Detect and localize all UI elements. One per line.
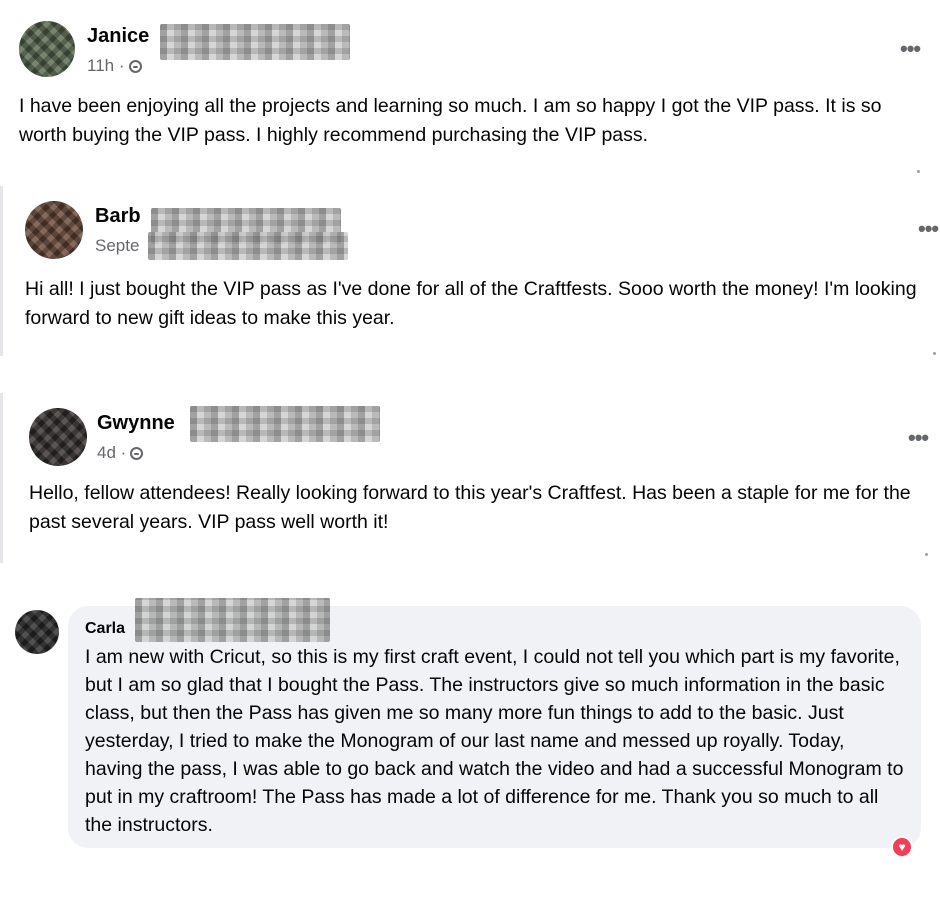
post-text: Hello, fellow attendees! Really looking … [29,482,911,533]
audience-icon [130,446,144,460]
avatar[interactable] [15,610,59,654]
more-options-icon[interactable]: ••• [900,38,921,60]
post-meta: 4d · [97,443,144,463]
heart-reaction-icon[interactable]: ♥ [891,836,913,858]
avatar[interactable] [19,21,75,77]
author-name[interactable]: Janice [87,25,149,48]
post-text: I have been enjoying all the projects an… [19,95,882,146]
post-text: Hi all! I just bought the VIP pass as I'… [25,278,917,329]
post-janice: Janice 11h · ••• I have been enjoying al… [0,0,940,190]
audience-icon [128,59,142,73]
redacted-name [135,598,330,642]
divider-mark [917,170,920,173]
avatar[interactable] [29,408,87,466]
post-gwynne: Gwynne 4d · ••• Hello, fellow attendees!… [0,393,940,563]
timestamp[interactable]: Septe [95,236,139,256]
redacted-name [160,24,350,60]
author-name[interactable]: Gwynne [97,412,175,435]
post-barb: Barb Septe ••• Hi all! I just bought the… [0,186,940,356]
author-name[interactable]: Barb [95,205,141,228]
timestamp[interactable]: 11h · [87,56,125,76]
comment-author-name[interactable]: Carla [85,620,125,638]
post-meta: 11h · [87,56,142,76]
post-meta: Septe [95,236,139,256]
redacted-name [190,406,380,442]
more-options-icon[interactable]: ••• [918,218,939,240]
redacted-timestamp [148,232,348,260]
divider-mark [933,352,936,355]
avatar[interactable] [25,201,83,259]
comment-text: I am new with Cricut, so this is my firs… [85,646,904,836]
divider-mark [925,553,928,556]
more-options-icon[interactable]: ••• [908,427,929,449]
timestamp[interactable]: 4d · [97,443,126,463]
